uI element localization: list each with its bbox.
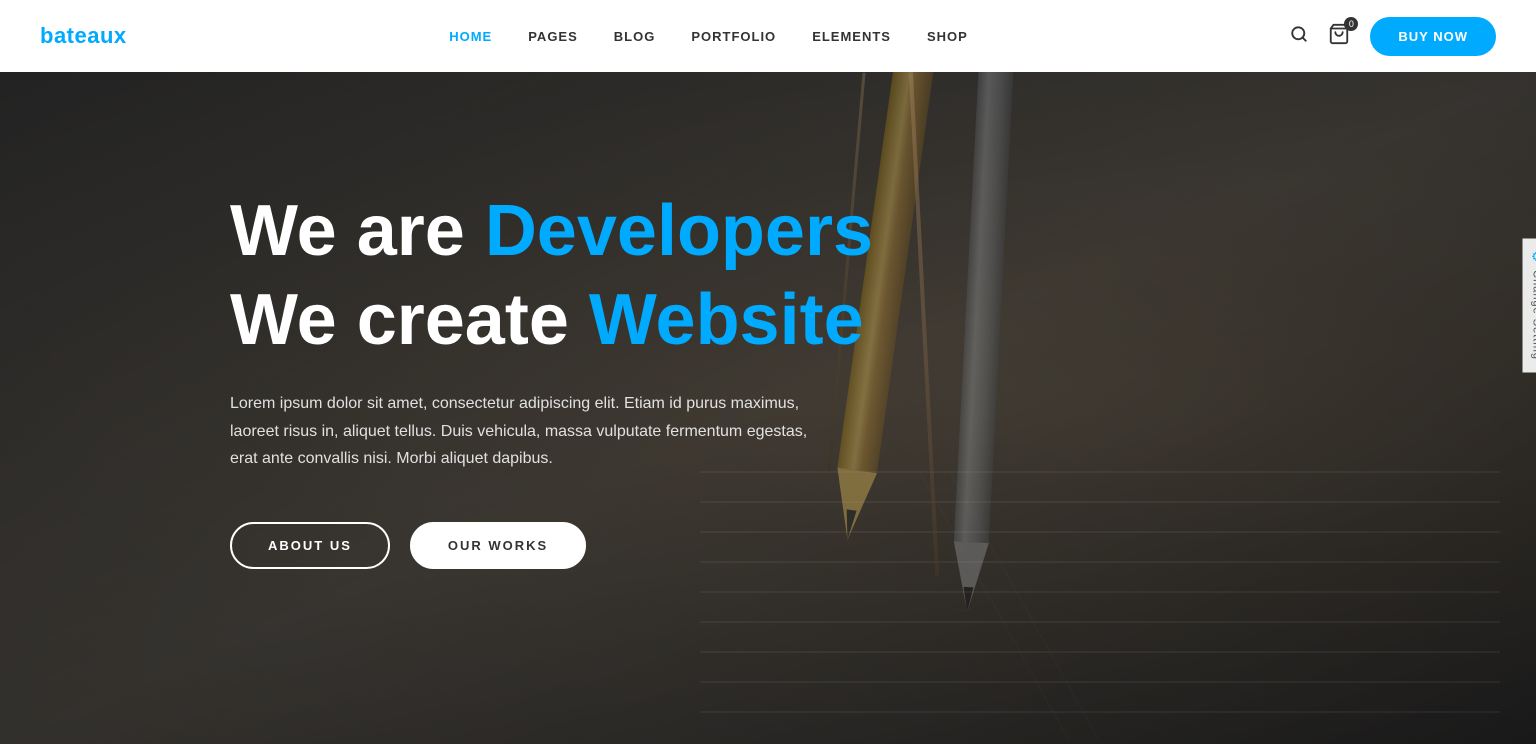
logo-text-accent: x bbox=[114, 23, 127, 48]
gear-icon: ⚙ bbox=[1528, 251, 1536, 263]
hero-title-line2-accent: Website bbox=[589, 280, 864, 360]
logo-text-main: bateau bbox=[40, 23, 114, 48]
nav-item-pages[interactable]: PAGES bbox=[528, 29, 578, 44]
hero-section: We are Developers We create Website Lore… bbox=[0, 72, 1536, 744]
hero-content: We are Developers We create Website Lore… bbox=[0, 72, 1536, 569]
hero-title-line2: We create Website bbox=[230, 281, 1536, 360]
hero-description: Lorem ipsum dolor sit amet, consectetur … bbox=[230, 390, 810, 472]
hero-title-line2-normal: We create bbox=[230, 280, 589, 360]
header-actions: 0 BUY NOW bbox=[1290, 17, 1496, 56]
search-icon[interactable] bbox=[1290, 25, 1308, 48]
about-us-button[interactable]: ABOUT US bbox=[230, 522, 390, 569]
hero-title-line1-normal: We are bbox=[230, 191, 485, 271]
side-setting-panel[interactable]: ⚙ Change Setting bbox=[1522, 239, 1536, 373]
cart-count: 0 bbox=[1344, 17, 1358, 31]
hero-title-line1-accent: Developers bbox=[485, 191, 873, 271]
nav-item-portfolio[interactable]: PORTFOLIO bbox=[691, 29, 776, 44]
nav-item-shop[interactable]: SHOP bbox=[927, 29, 968, 44]
logo[interactable]: bateaux bbox=[40, 23, 127, 49]
header: bateaux HOME PAGES BLOG PORTFOLIO ELEMEN… bbox=[0, 0, 1536, 72]
side-setting-label: Change Setting bbox=[1530, 270, 1536, 360]
nav-item-home[interactable]: HOME bbox=[449, 29, 492, 44]
buy-now-button[interactable]: BUY NOW bbox=[1370, 17, 1496, 56]
cart-icon[interactable]: 0 bbox=[1328, 23, 1350, 50]
hero-buttons: ABOUT US OUR WORKS bbox=[230, 522, 1536, 569]
main-nav: HOME PAGES BLOG PORTFOLIO ELEMENTS SHOP bbox=[449, 29, 968, 44]
nav-item-blog[interactable]: BLOG bbox=[614, 29, 656, 44]
hero-title-line1: We are Developers bbox=[230, 192, 1536, 271]
our-works-button[interactable]: OUR WORKS bbox=[410, 522, 586, 569]
nav-item-elements[interactable]: ELEMENTS bbox=[812, 29, 891, 44]
